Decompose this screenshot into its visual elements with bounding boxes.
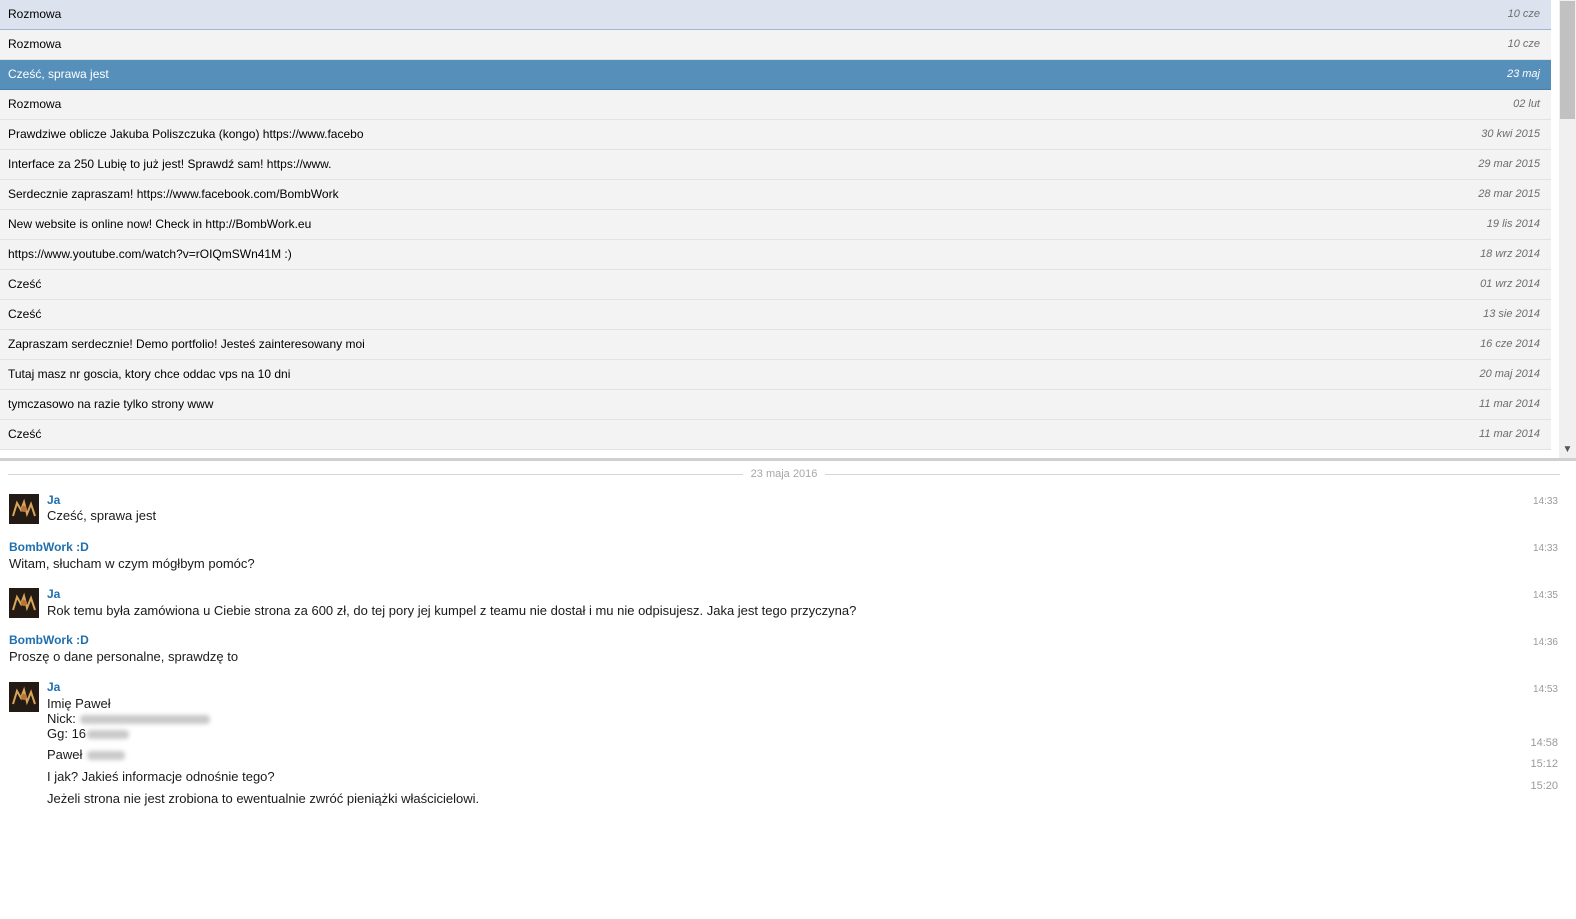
name-label: Paweł xyxy=(47,747,83,762)
pane-splitter[interactable] xyxy=(0,458,1576,461)
message-time: 14:36 xyxy=(1532,637,1558,648)
message-text: Proszę o dane personalne, sprawdzę to xyxy=(9,649,239,664)
conversation-row[interactable]: Rozmowa 10 cze xyxy=(0,0,1551,30)
conversation-date: 20 maj 2014 xyxy=(1479,368,1540,380)
redacted-text xyxy=(87,730,130,740)
message-text: Imię Paweł xyxy=(47,696,111,711)
conversation-subject: Rozmowa xyxy=(8,97,62,111)
message-time: 15:20 xyxy=(1530,780,1558,792)
conversation-subject: Cześć, sprawa jest xyxy=(8,67,109,81)
conversation-date: 29 mar 2015 xyxy=(1478,158,1540,170)
conversation-row[interactable]: New website is online now! Check in http… xyxy=(0,210,1551,240)
conversation-date: 01 wrz 2014 xyxy=(1480,278,1540,290)
conversation-subject: Interface za 250 Lubię to już jest! Spra… xyxy=(8,157,332,171)
conversation-row[interactable]: Rozmowa 02 lut xyxy=(0,90,1551,120)
message-time: 14:58 xyxy=(1530,737,1558,749)
conversation-date: 10 cze xyxy=(1507,38,1540,50)
conversation-subject: Cześć xyxy=(8,427,42,441)
message-time: 14:33 xyxy=(1532,496,1558,507)
conversation-row[interactable]: Cześć 11 mar 2014 xyxy=(0,420,1551,450)
day-separator-label: 23 maja 2016 xyxy=(750,468,818,480)
message-sender[interactable]: Ja xyxy=(47,680,60,694)
conversation-date: 16 cze 2014 xyxy=(1480,338,1540,350)
message-time: 14:35 xyxy=(1532,590,1558,601)
conversation-date: 30 kwi 2015 xyxy=(1481,128,1540,140)
conversation-row[interactable]: Cześć 13 sie 2014 xyxy=(0,300,1551,330)
message-text: Cześć, sprawa jest xyxy=(47,508,157,523)
conversation-rows: Rozmowa 10 cze Rozmowa 10 cze Cześć, sprawa … xyxy=(0,0,1551,450)
message-time: 14:53 xyxy=(1532,684,1558,695)
message-sender[interactable]: BombWork :D xyxy=(9,633,89,647)
nick-label: Nick: xyxy=(47,711,76,726)
conversation-row[interactable]: Prawdziwe oblicze Jakuba Poliszczuka (ko… xyxy=(0,120,1551,150)
conversation-subject: Rozmowa xyxy=(8,37,62,51)
conversation-date: 11 mar 2014 xyxy=(1479,398,1540,410)
redacted-text xyxy=(87,751,126,761)
message-text-nick: Nick: xyxy=(47,711,210,726)
conversation-row[interactable]: tymczasowo na razie tylko strony www 11 m… xyxy=(0,390,1551,420)
conversation-date: 02 lut xyxy=(1513,98,1540,110)
conversation-row[interactable]: Interface za 250 Lubię to już jest! Spra… xyxy=(0,150,1551,180)
avatar[interactable] xyxy=(9,682,39,712)
conversation-row[interactable]: Serdecznie zapraszam! https://www.facebo… xyxy=(0,180,1551,210)
message-text: Jeżeli strona nie jest zrobiona to ewent… xyxy=(47,791,480,806)
message-sender[interactable]: BombWork :D xyxy=(9,540,89,554)
gg-label: Gg: 16 xyxy=(47,726,87,741)
conversation-list: Rozmowa 10 cze Rozmowa 10 cze Cześć, sprawa … xyxy=(0,0,1576,458)
avatar[interactable] xyxy=(9,494,39,524)
conversation-row[interactable]: Cześć, sprawa jest 23 maj xyxy=(0,60,1551,90)
separator-line-right xyxy=(825,474,1560,475)
conversation-date: 23 maj xyxy=(1506,68,1540,80)
message-time: 14:33 xyxy=(1532,543,1558,554)
conversation-subject: Tutaj masz nr goscia, ktory chce oddac v… xyxy=(8,367,291,381)
scroll-down-arrow-icon[interactable]: ▼ xyxy=(1559,441,1576,458)
conversation-subject: Serdecznie zapraszam! https://www.facebo… xyxy=(8,187,339,201)
redacted-text xyxy=(79,715,210,725)
conversation-row[interactable]: https://www.youtube.com/watch?v=rOIQmSWn… xyxy=(0,240,1551,270)
conversation-row[interactable]: Zapraszam serdecznie! Demo portfolio! Je… xyxy=(0,330,1551,360)
list-scrollbar[interactable]: ▼ xyxy=(1559,0,1576,458)
conversation-subject: tymczasowo na razie tylko strony www xyxy=(8,397,214,411)
conversation-date: 11 mar 2014 xyxy=(1479,428,1540,440)
message-text: I jak? Jakieś informacje odnośnie tego? xyxy=(47,769,275,784)
avatar[interactable] xyxy=(9,588,39,618)
conversation-subject: https://www.youtube.com/watch?v=rOIQmSWn… xyxy=(8,247,292,261)
conversation-subject: Rozmowa xyxy=(8,7,62,21)
day-separator: 23 maja 2016 xyxy=(0,467,1560,481)
conversation-row[interactable]: Tutaj masz nr goscia, ktory chce oddac v… xyxy=(0,360,1551,390)
conversation-date: 10 cze xyxy=(1507,8,1540,20)
conversation-date: 28 mar 2015 xyxy=(1478,188,1540,200)
conversation-subject: Cześć xyxy=(8,307,42,321)
conversation-date: 19 lis 2014 xyxy=(1486,218,1540,230)
conversation-date: 18 wrz 2014 xyxy=(1480,248,1540,260)
message-text-name: Paweł xyxy=(47,747,126,762)
conversation-date: 13 sie 2014 xyxy=(1483,308,1540,320)
message-sender[interactable]: Ja xyxy=(47,587,60,601)
conversation-row[interactable]: Cześć 01 wrz 2014 xyxy=(0,270,1551,300)
message-text-gg: Gg: 16 xyxy=(47,726,130,741)
message-text: Rok temu była zamówiona u Ciebie strona … xyxy=(47,603,857,618)
scrollbar-thumb[interactable] xyxy=(1560,1,1575,119)
conversation-subject: Cześć xyxy=(8,277,42,291)
conversation-subject: Prawdziwe oblicze Jakuba Poliszczuka (ko… xyxy=(8,127,364,141)
conversation-subject: New website is online now! Check in http… xyxy=(8,217,312,231)
message-text: Witam, słucham w czym mógłbym pomóc? xyxy=(9,556,255,571)
conversation-subject: Zapraszam serdecznie! Demo portfolio! Je… xyxy=(8,337,365,351)
conversation-row[interactable]: Rozmowa 10 cze xyxy=(0,30,1551,60)
message-time: 15:12 xyxy=(1530,758,1558,770)
message-sender[interactable]: Ja xyxy=(47,493,60,507)
separator-line-left xyxy=(8,474,743,475)
